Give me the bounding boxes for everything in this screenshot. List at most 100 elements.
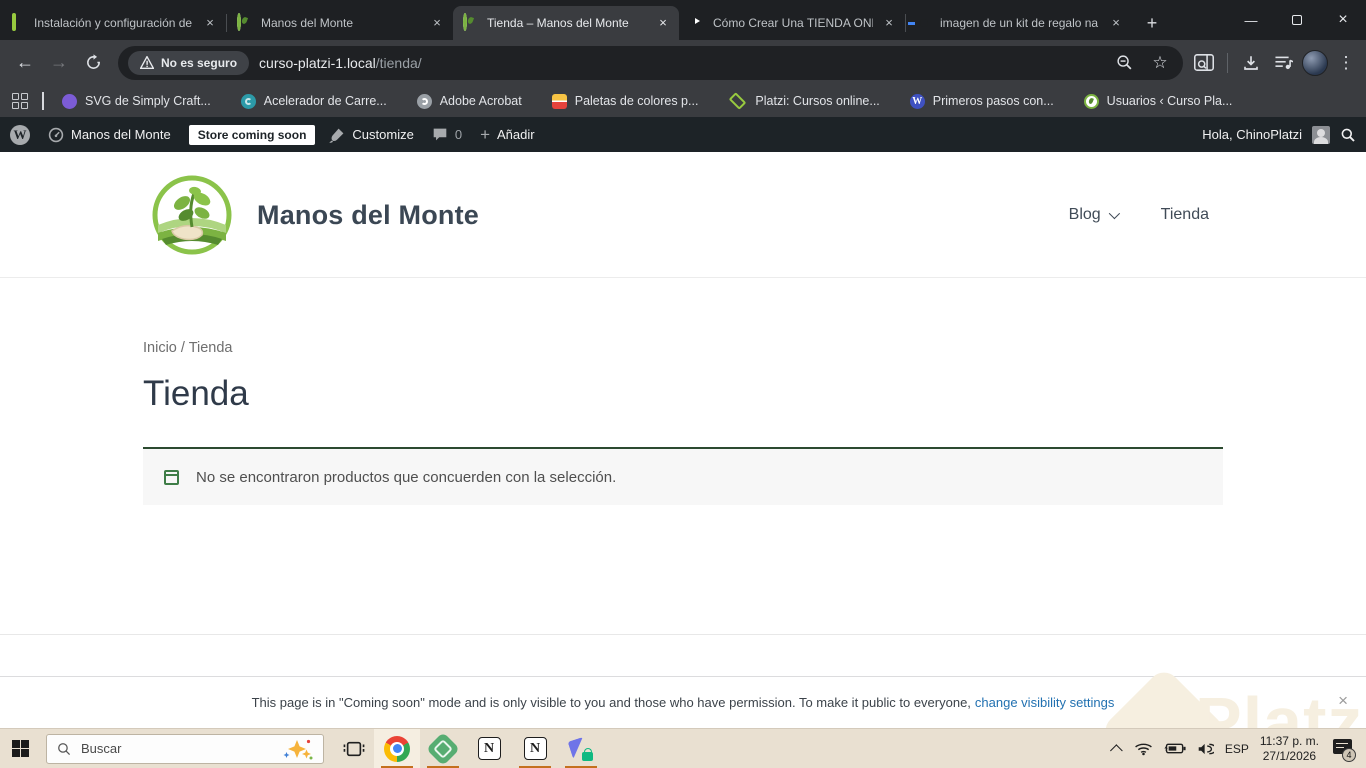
vpn-lock-icon — [567, 736, 593, 761]
taskbar-vpn-button[interactable] — [558, 729, 604, 768]
url-host: curso-platzi-1.local — [259, 54, 376, 71]
admin-site-menu[interactable]: Manos del Monte — [48, 127, 171, 143]
taskbar-search-input[interactable]: Buscar — [46, 733, 324, 764]
tab-google-search[interactable]: imagen de un kit de regalo na × — [906, 6, 1132, 40]
main-navigation: Blog Tienda — [1069, 206, 1223, 224]
address-bar[interactable]: No es seguro curso-platzi-1.local/tienda… — [118, 45, 1183, 80]
forward-button[interactable]: → — [42, 46, 76, 80]
bookmark-label: Primeros pasos con... — [932, 94, 1054, 108]
tab-close-icon[interactable]: × — [655, 15, 671, 31]
wp-logo-menu[interactable]: W — [10, 124, 30, 145]
battery-charging-icon[interactable] — [1164, 742, 1186, 755]
clock-date: 27/1/2026 — [1262, 748, 1317, 763]
tab-manos-del-monte[interactable]: Manos del Monte × — [227, 6, 453, 40]
speaker-icon[interactable] — [1197, 742, 1214, 756]
apps-grid-icon[interactable] — [12, 93, 28, 109]
bookmark-adobe-acrobat[interactable]: Adobe Acrobat — [416, 93, 522, 109]
bookmark-wordpress[interactable]: W Primeros pasos con... — [909, 93, 1054, 109]
bookmark-star-icon[interactable]: ☆ — [1147, 50, 1173, 76]
notion-icon: N — [477, 737, 501, 760]
tab-close-icon[interactable]: × — [881, 15, 897, 31]
site-logo-icon — [463, 13, 479, 31]
admin-search-icon[interactable] — [1340, 127, 1356, 143]
wordpress-icon: W — [909, 93, 925, 109]
nav-tienda-link[interactable]: Tienda — [1161, 206, 1209, 224]
tab-close-icon[interactable]: × — [1108, 15, 1124, 31]
url-text[interactable]: curso-platzi-1.local/tienda/ — [259, 55, 422, 71]
task-view-button[interactable] — [334, 729, 374, 768]
bookmark-paletas[interactable]: Paletas de colores p... — [551, 93, 699, 109]
tab-close-icon[interactable]: × — [429, 15, 445, 31]
customize-menu[interactable]: Customize — [329, 127, 414, 143]
wifi-icon[interactable] — [1134, 741, 1153, 756]
tray-expand-icon[interactable] — [1109, 744, 1123, 757]
notification-center-button[interactable]: 4 — [1330, 736, 1356, 762]
change-visibility-settings-link[interactable]: change visibility settings — [975, 695, 1114, 710]
site-title[interactable]: Manos del Monte — [257, 200, 479, 231]
downloads-button[interactable] — [1238, 50, 1264, 76]
taskbar-local-button[interactable] — [420, 729, 466, 768]
admin-site-name: Manos del Monte — [71, 127, 171, 142]
security-chip[interactable]: No es seguro — [128, 50, 250, 75]
maximize-button[interactable] — [1274, 0, 1320, 40]
nav-blog-label: Blog — [1068, 206, 1101, 223]
minimize-button[interactable]: — — [1228, 0, 1274, 40]
store-window-icon — [164, 469, 179, 485]
tab-tienda-active[interactable]: Tienda – Manos del Monte × — [453, 6, 679, 40]
url-path: /tienda/ — [375, 54, 422, 71]
breadcrumb-home-link[interactable]: Inicio — [143, 340, 177, 356]
close-window-button[interactable]: × — [1320, 0, 1366, 40]
bookmark-acelerador[interactable]: Acelerador de Carre... — [240, 93, 387, 109]
bookmark-usuarios[interactable]: Usuarios ‹ Curso Pla... — [1083, 93, 1233, 109]
coming-soon-text: This page is in "Coming soon" mode and i… — [251, 695, 971, 710]
dashboard-gauge-icon — [48, 127, 64, 143]
media-controls-button[interactable] — [1270, 50, 1296, 76]
add-new-label: Añadir — [497, 127, 535, 142]
admin-bar-right: Hola, ChinoPlatzi — [1202, 125, 1356, 144]
platzi-icon — [10, 13, 26, 31]
platzi-icon — [729, 92, 747, 110]
taskbar-notion-button[interactable]: N — [466, 729, 512, 768]
side-panel-icon — [1194, 54, 1214, 71]
taskbar-notion2-button[interactable]: N — [512, 729, 558, 768]
side-panel-search-icon[interactable] — [1191, 50, 1217, 76]
bookmark-label: Adobe Acrobat — [439, 94, 522, 108]
taskbar-chrome-button[interactable] — [374, 728, 420, 768]
toolbar-separator — [1227, 52, 1228, 73]
zoom-out-page-icon[interactable] — [1111, 50, 1137, 76]
admin-greeting[interactable]: Hola, ChinoPlatzi — [1202, 127, 1302, 142]
add-new-menu[interactable]: + Añadir — [480, 125, 535, 145]
swirl-icon — [240, 93, 256, 109]
site-logo-icon — [237, 13, 253, 31]
notion-icon: N — [523, 737, 547, 760]
user-avatar[interactable] — [1312, 125, 1330, 144]
nav-blog-link[interactable]: Blog — [1068, 206, 1120, 224]
tab-instalacion[interactable]: Instalación y configuración de × — [0, 6, 226, 40]
site-logo[interactable] — [152, 175, 232, 255]
dismiss-banner-icon[interactable]: × — [1338, 691, 1348, 711]
bookmark-platzi[interactable]: Platzi: Cursos online... — [728, 92, 880, 110]
profile-avatar[interactable] — [1302, 49, 1328, 76]
browser-menu-button[interactable]: ⋮ — [1334, 53, 1358, 73]
bookmark-label: Platzi: Cursos online... — [755, 94, 880, 108]
bookmark-label: Paletas de colores p... — [574, 94, 699, 108]
woocommerce-info-notice: No se encontraron productos que concuerd… — [143, 449, 1223, 505]
comments-menu[interactable]: 0 — [432, 127, 462, 142]
bookmarks-bar: SVG de Simply Craft... Acelerador de Car… — [0, 85, 1366, 117]
security-label: No es seguro — [161, 55, 238, 70]
start-button[interactable] — [0, 729, 40, 768]
back-button[interactable]: ← — [8, 46, 42, 80]
tab-youtube[interactable]: Cómo Crear Una TIENDA ONL × — [679, 6, 905, 40]
taskbar-clock[interactable]: 11:37 p. m. 27/1/2026 — [1260, 734, 1319, 764]
bookmark-label: Usuarios ‹ Curso Pla... — [1106, 94, 1233, 108]
system-tray: ESP 11:37 p. m. 27/1/2026 4 — [1109, 734, 1366, 764]
page-viewport: Manos del Monte Blog Tienda Inicio / Tie… — [0, 152, 1366, 768]
plus-icon: + — [480, 124, 491, 144]
media-playlist-icon — [1274, 56, 1293, 70]
reload-button[interactable] — [76, 46, 110, 80]
language-indicator[interactable]: ESP — [1225, 742, 1249, 756]
tab-close-icon[interactable]: × — [202, 15, 218, 31]
nav-tienda-label: Tienda — [1160, 206, 1209, 223]
new-tab-button[interactable]: + — [1138, 9, 1166, 37]
bookmark-svg-craft[interactable]: SVG de Simply Craft... — [62, 93, 211, 109]
